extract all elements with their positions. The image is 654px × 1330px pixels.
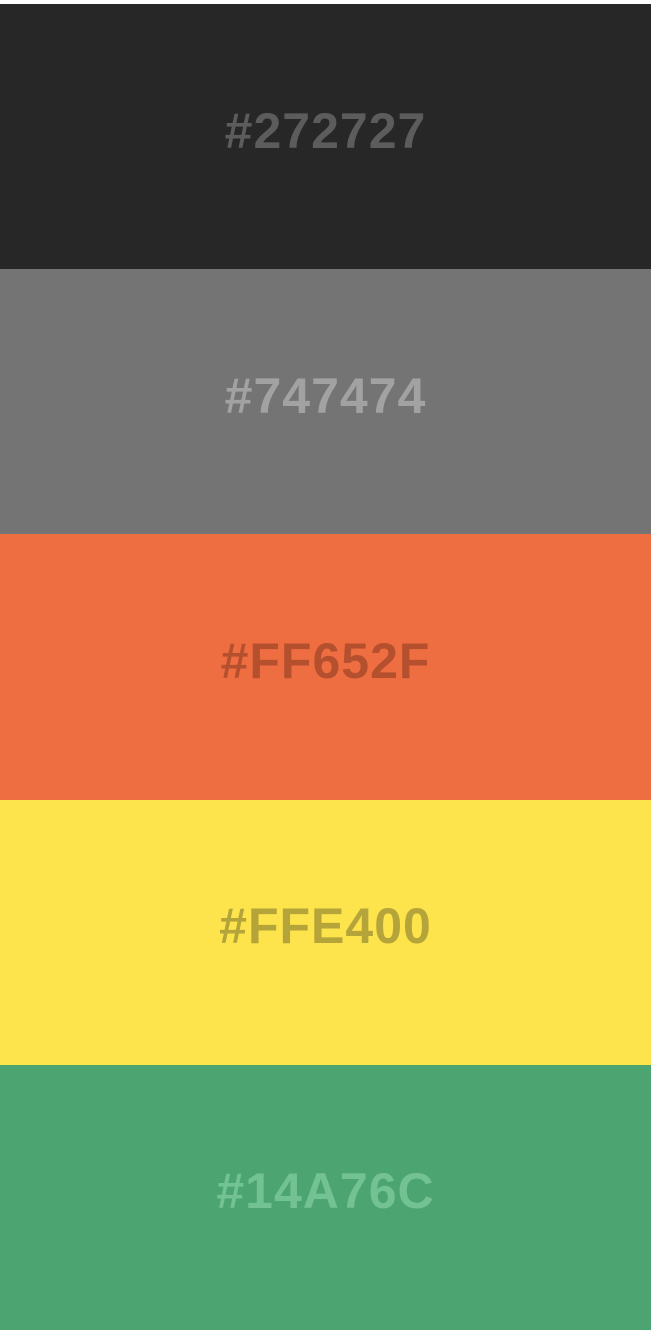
swatch-label: #FF652F bbox=[220, 633, 431, 689]
swatch-ff652f: #FF652F bbox=[0, 534, 651, 800]
swatch-272727: #272727 bbox=[0, 4, 651, 270]
color-palette: #272727 #747474 #FF652F #FFE400 #14A76C bbox=[0, 4, 651, 1330]
swatch-14a76c: #14A76C bbox=[0, 1064, 651, 1330]
swatch-label: #272727 bbox=[224, 102, 427, 159]
swatch-label: #747474 bbox=[224, 367, 427, 424]
swatch-747474: #747474 bbox=[0, 269, 651, 535]
swatch-label: #FFE400 bbox=[219, 898, 432, 955]
swatch-label: #14A76C bbox=[216, 1163, 435, 1220]
swatch-ffe400: #FFE400 bbox=[0, 799, 651, 1065]
